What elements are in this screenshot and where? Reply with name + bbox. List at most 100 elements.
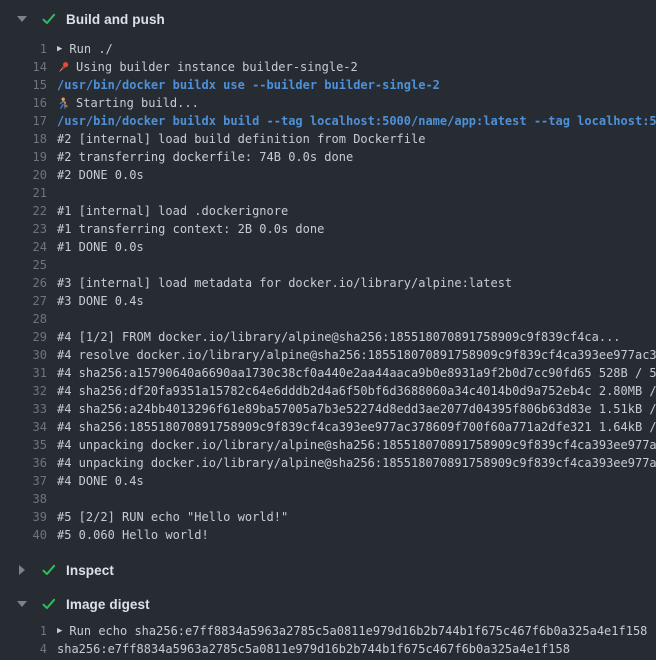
log-text-value: #5 0.060 Hello world! [57,526,209,544]
log-text: #5 [2/2] RUN echo "Hello world!" [47,508,288,526]
line-number[interactable]: 35 [0,436,47,454]
step-section-build-and-push: Build and push1▶Run ./14Using builder in… [0,5,656,550]
log-text-value: #4 sha256:a24bb4013296f61e89ba57005a7b3e… [57,400,656,418]
log-line: 1 ▶ Run echo sha256:e7ff8834a5963a2785c5a0… [0,622,656,640]
step-log-lines: 1▶Run ./14Using builder instance builder… [0,33,656,550]
log-text: #4 sha256:a15790640a6690aa1730c38cf0a440… [47,364,656,382]
command-text: /usr/bin/docker buildx build --tag local… [47,112,656,130]
line-number[interactable]: 29 [0,328,47,346]
line-number[interactable]: 25 [0,256,47,274]
line-number[interactable]: 20 [0,166,47,184]
success-check-icon [41,596,57,612]
log-text-value: #3 DONE 0.4s [57,292,144,310]
log-line: 18 #2 [internal] load build definition fr… [0,130,656,148]
log-text: #2 [internal] load build definition from… [47,130,425,148]
line-number[interactable]: 30 [0,346,47,364]
line-number[interactable]: 15 [0,76,47,94]
log-text-value: #4 resolve docker.io/library/alpine@sha2… [57,346,656,364]
log-line: 25 [0,256,656,274]
log-text-value: /usr/bin/docker buildx build --tag local… [57,112,656,130]
log-text: #4 unpacking docker.io/library/alpine@sh… [47,454,656,472]
log-text: Using builder instance builder-single-2 [47,58,358,76]
log-text: #3 DONE 0.4s [47,292,144,310]
log-text-value: #4 sha256:185518070891758909c9f839cf4ca3… [57,418,656,436]
line-number[interactable]: 39 [0,508,47,526]
line-number[interactable]: 37 [0,472,47,490]
log-line: 32#4 sha256:df20fa9351a15782c64e6dddb2d4… [0,382,656,400]
log-line: 16Starting build... [0,94,656,112]
line-number[interactable]: 1 [0,622,47,640]
log-line: 4 sha256:e7ff8834a5963a2785c5a0811e979d16… [0,640,656,658]
step-header-image-digest[interactable]: Image digest [0,590,656,618]
log-text-value: Run echo sha256:e7ff8834a5963a2785c5a081… [69,622,647,640]
run-group-toggle-icon[interactable]: ▶ [57,622,62,640]
log-text: sha256:e7ff8834a5963a2785c5a0811e979d16b… [47,640,570,658]
line-number[interactable]: 18 [0,130,47,148]
line-number[interactable]: 40 [0,526,47,544]
log-line: 15/usr/bin/docker buildx use --builder b… [0,76,656,94]
log-text-value: #1 [internal] load .dockerignore [57,202,288,220]
step-log-lines: 1 ▶ Run echo sha256:e7ff8834a5963a2785c5a0… [0,618,656,660]
line-number[interactable]: 16 [0,94,47,112]
log-line: 31#4 sha256:a15790640a6690aa1730c38cf0a4… [0,364,656,382]
line-number[interactable]: 1 [0,40,47,58]
log-text-value: #4 DONE 0.4s [57,472,144,490]
line-number[interactable]: 4 [0,640,47,658]
line-number[interactable]: 14 [0,58,47,76]
log-line: 26#3 [internal] load metadata for docker… [0,274,656,292]
log-line: 27 #3 DONE 0.4s [0,292,656,310]
line-number[interactable]: 28 [0,310,47,328]
log-text: #4 [1/2] FROM docker.io/library/alpine@s… [47,328,621,346]
log-line: 35 #4 unpacking docker.io/library/alpine@… [0,436,656,454]
run-group-toggle-icon[interactable]: ▶ [57,40,62,58]
step-section-inspect: Inspect [0,556,656,584]
log-text: #1 [internal] load .dockerignore [47,202,288,220]
log-line: 37 #4 DONE 0.4s [0,472,656,490]
caret-shape [17,16,27,22]
pushpin-icon [57,61,70,74]
log-text-value: #4 unpacking docker.io/library/alpine@sh… [57,436,656,454]
line-number[interactable]: 26 [0,274,47,292]
workflow-log: Build and push1▶Run ./14Using builder in… [0,5,656,660]
step-header-build-and-push[interactable]: Build and push [0,5,656,33]
line-number[interactable]: 34 [0,418,47,436]
log-text-value: #2 DONE 0.0s [57,166,144,184]
log-text-value: sha256:e7ff8834a5963a2785c5a0811e979d16b… [57,640,570,658]
line-number[interactable]: 36 [0,454,47,472]
log-text-value: Using builder instance builder-single-2 [76,58,358,76]
line-number[interactable]: 38 [0,490,47,508]
log-line: 28 [0,310,656,328]
line-number[interactable]: 33 [0,400,47,418]
log-line: 21 [0,184,656,202]
command-text: /usr/bin/docker buildx use --builder bui… [47,76,440,94]
line-number[interactable]: 22 [0,202,47,220]
line-number[interactable]: 24 [0,238,47,256]
log-line: 23#1 transferring context: 2B 0.0s done [0,220,656,238]
log-text: #4 resolve docker.io/library/alpine@sha2… [47,346,656,364]
log-line: 20 #2 DONE 0.0s [0,166,656,184]
success-check-icon [41,11,57,27]
chevron-down-icon[interactable] [17,16,27,22]
step-header-inspect[interactable]: Inspect [0,556,656,584]
chevron-down-icon[interactable] [17,601,27,607]
line-number[interactable]: 19 [0,148,47,166]
line-number[interactable]: 23 [0,220,47,238]
log-text: #4 DONE 0.4s [47,472,144,490]
line-number[interactable]: 17 [0,112,47,130]
log-line: 17/usr/bin/docker buildx build --tag loc… [0,112,656,130]
log-text-value: #2 [internal] load build definition from… [57,130,425,148]
chevron-right-icon[interactable] [17,565,27,575]
log-text: #2 DONE 0.0s [47,166,144,184]
step-section-image-digest: Image digest 1 ▶ Run echo sha256:e7ff8834a5… [0,590,656,660]
line-number[interactable]: 31 [0,364,47,382]
log-text: #4 sha256:a24bb4013296f61e89ba57005a7b3e… [47,400,656,418]
runner-icon [57,97,70,110]
log-line: 30 #4 resolve docker.io/library/alpine@sh… [0,346,656,364]
line-number[interactable]: 27 [0,292,47,310]
log-text-value: /usr/bin/docker buildx use --builder bui… [57,76,440,94]
log-line: 29#4 [1/2] FROM docker.io/library/alpine… [0,328,656,346]
line-number[interactable]: 32 [0,382,47,400]
log-text-value: #1 DONE 0.0s [57,238,144,256]
log-line: 34 #4 sha256:185518070891758909c9f839cf4c… [0,418,656,436]
line-number[interactable]: 21 [0,184,47,202]
